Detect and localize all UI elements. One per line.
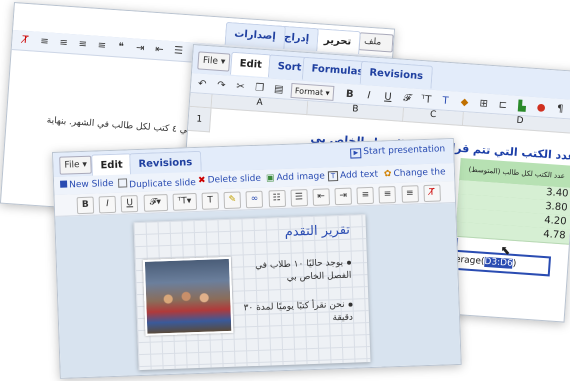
corner-cell	[189, 92, 213, 109]
text-color-icon[interactable]: T	[438, 94, 453, 109]
change-theme-button[interactable]: ✿ Change the	[384, 167, 446, 179]
clear-format-icon[interactable]: T̸	[423, 184, 441, 203]
align-icon[interactable]: ⊏	[495, 98, 510, 113]
slide-bullet-2[interactable]: نحن نقرأ كتبًا يوميًا لمدة ٣٠ دقيقة	[234, 299, 353, 329]
doc-body-text: ض بي ٤ كتب لكل طالب في الشهر. بنهاية	[46, 115, 203, 137]
indent-icon[interactable]: ⇥	[334, 187, 353, 206]
bullet-dot-icon	[346, 260, 352, 265]
add-text-label: Add text	[339, 169, 379, 181]
duplicate-slide-icon	[117, 178, 128, 188]
align-center-icon[interactable]: ≡	[75, 37, 90, 52]
italic-icon[interactable]: I	[361, 89, 376, 104]
sheet-tab-edit[interactable]: Edit	[229, 51, 272, 78]
link-icon[interactable]: ∞	[245, 190, 264, 209]
bullet-list-icon[interactable]: ☰	[171, 44, 186, 59]
font-family-icon[interactable]: 𝓕▾	[143, 194, 168, 212]
slide-bullet-2-text: نحن نقرأ كتبًا يوميًا لمدة ٣٠ دقيقة	[243, 299, 354, 324]
sheet-file-menu[interactable]: File ▾	[197, 51, 231, 72]
row-header-1[interactable]: 1	[187, 106, 212, 133]
slide-bullet-1-text: يوجد حاليًا ١٠ طلاب في الفصل الخاص بي	[255, 257, 352, 283]
doc-file-menu[interactable]: ملف ▾	[358, 32, 394, 63]
new-slide-icon	[60, 180, 68, 188]
change-theme-icon: ✿	[383, 169, 392, 180]
outdent-icon[interactable]: ⇤	[312, 188, 330, 206]
underline-icon[interactable]: U	[381, 90, 396, 105]
doc-tab-edit[interactable]: تحرير	[314, 28, 361, 55]
add-text-button[interactable]: T Add text	[327, 169, 379, 182]
mouse-cursor-icon: ⬉	[499, 242, 511, 258]
align-left-icon[interactable]: ≡	[94, 39, 109, 54]
delete-slide-label: Delete slide	[207, 173, 262, 186]
slide[interactable]: تقرير التقدم يوجد حاليًا ١٠ طلاب في الفص…	[133, 214, 371, 371]
formula-range-highlight: D3:D6	[484, 256, 514, 269]
add-image-icon: ▣	[265, 173, 275, 184]
delete-slide-icon: ✖	[197, 175, 206, 186]
start-presentation-label: Start presentation	[363, 144, 446, 158]
cut-icon[interactable]: ✂	[233, 80, 248, 95]
redo-icon[interactable]: ↷	[214, 79, 229, 94]
bullet-list-icon[interactable]: ☰	[290, 189, 308, 207]
column-header-c[interactable]: C	[403, 107, 464, 127]
align-right-icon[interactable]: ≡	[56, 36, 71, 51]
paste-icon[interactable]: ▤	[271, 83, 286, 98]
bold-icon[interactable]: B	[76, 196, 95, 215]
bold-icon[interactable]: B	[342, 88, 357, 103]
duplicate-slide-label: Duplicate slide	[129, 178, 197, 191]
font-size-icon[interactable]: ᵀT▾	[172, 192, 197, 211]
clear-format-icon[interactable]: T̸	[18, 33, 33, 48]
font-size-icon[interactable]: ᵀT	[419, 93, 434, 108]
copy-icon[interactable]: ❐	[252, 81, 267, 96]
outdent-icon[interactable]: ⇤	[152, 43, 167, 58]
fill-color-icon[interactable]: ◆	[457, 96, 472, 111]
slide-canvas-area: تقرير التقدم يوجد حاليًا ١٠ طلاب في الفص…	[55, 202, 461, 378]
format-dropdown[interactable]: Format ▾	[290, 82, 335, 101]
new-slide-label: New Slide	[69, 178, 114, 191]
photo-people-shape	[155, 287, 217, 310]
start-presentation-button[interactable]: ▶ Start presentation	[350, 144, 446, 159]
pres-file-menu[interactable]: File ▾	[59, 155, 93, 175]
align-right-icon[interactable]: ≡	[401, 185, 419, 203]
formula-suffix: )	[512, 258, 517, 270]
insert-chart-icon[interactable]: ▙	[514, 100, 529, 115]
presentation-window: File ▾ Edit Revisions ▶ Start presentatio…	[52, 137, 462, 379]
undo-icon[interactable]: ↶	[195, 77, 210, 92]
highlight-icon[interactable]: ✎	[223, 191, 242, 210]
add-text-icon: T	[327, 171, 339, 182]
indent-icon[interactable]: ⇥	[133, 41, 148, 56]
presentation-icon: ▶	[350, 148, 362, 159]
slide-title[interactable]: تقرير التقدم	[284, 223, 350, 240]
slide-bullet-1[interactable]: يوجد حاليًا ١٠ طلاب في الفصل الخاص بي	[233, 257, 352, 287]
delete-slide-button[interactable]: ✖ Delete slide	[198, 174, 261, 186]
class-photo[interactable]	[142, 256, 234, 336]
underline-icon[interactable]: U	[120, 195, 139, 213]
italic-icon[interactable]: I	[98, 195, 117, 214]
align-left-icon[interactable]: ≡	[356, 186, 375, 205]
text-color-icon[interactable]: T	[201, 192, 220, 210]
align-center-icon[interactable]: ≡	[378, 186, 397, 204]
add-image-button[interactable]: ▣ Add image	[266, 171, 325, 183]
add-image-label: Add image	[276, 171, 326, 184]
rtl-icon[interactable]: ¶	[553, 102, 568, 117]
numbered-list-icon[interactable]: ☷	[267, 189, 286, 208]
change-theme-label: Change the	[393, 167, 446, 180]
pie-chart-icon[interactable]: ●	[534, 101, 549, 116]
align-justify-icon[interactable]: ≡	[37, 35, 52, 50]
borders-icon[interactable]: ⊞	[476, 97, 491, 112]
new-slide-button[interactable]: New Slide	[60, 179, 114, 191]
font-icon[interactable]: 𝓕	[400, 92, 415, 107]
bullet-dot-icon	[348, 302, 353, 307]
duplicate-slide-button[interactable]: Duplicate slide	[117, 176, 197, 191]
quote-icon[interactable]: ❝	[114, 40, 129, 55]
